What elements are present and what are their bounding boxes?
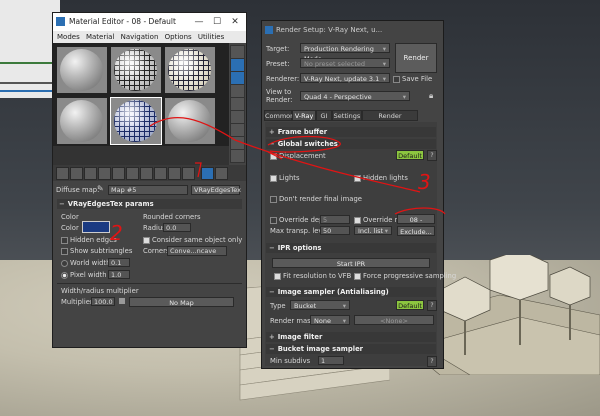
annotation-arrow-line [149,117,421,193]
annotation-circle-global-switches [267,135,341,153]
annotation-number-3: 3 [418,170,431,194]
annotation-pointer [195,162,202,178]
annotation-underline-override [394,207,446,215]
annotation-number-2: 2 [110,221,123,245]
red-annotation-overlay [149,117,446,215]
